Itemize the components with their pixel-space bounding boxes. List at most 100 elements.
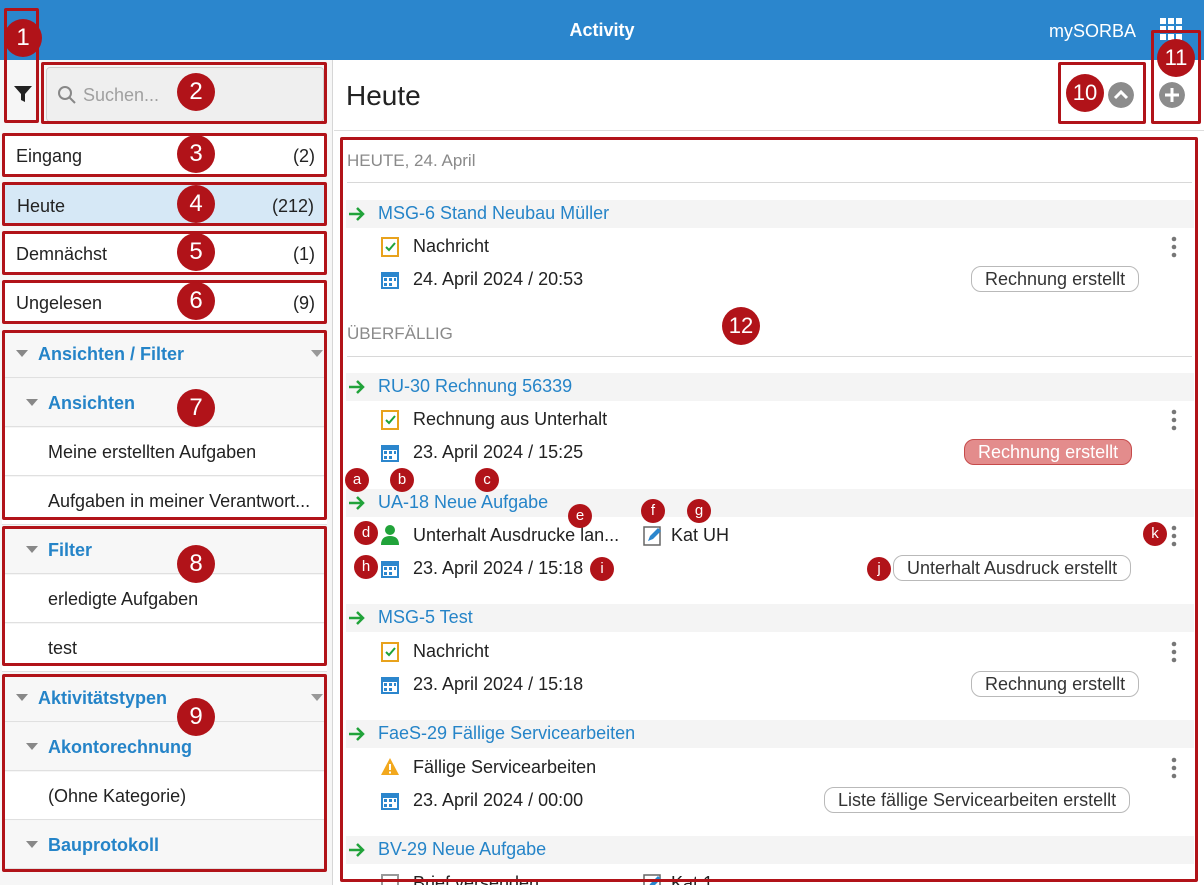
activity-date-text: 23. April 2024 / 15:18 — [413, 674, 584, 694]
more-vertical-icon[interactable] — [1171, 525, 1177, 547]
dropdown-triangle-icon[interactable] — [311, 694, 323, 701]
user-icon — [381, 525, 399, 545]
activity-entry-head[interactable]: RU-30 Rechnung 56339 — [346, 373, 1194, 401]
calendar-icon — [381, 272, 399, 289]
annotation-badge-12: 12 — [722, 307, 760, 345]
section-label-overdue: ÜBERFÄLLIG — [347, 324, 453, 343]
activity-entry-head[interactable]: BV-29 Neue Aufgabe — [346, 836, 1194, 864]
more-vertical-icon[interactable] — [1171, 409, 1177, 431]
tree-item-filter[interactable]: test — [2, 624, 327, 672]
status-pill-overdue[interactable]: Rechnung erstellt — [964, 439, 1133, 465]
activity-type-text: Nachricht — [413, 236, 490, 256]
calendar-icon — [381, 445, 399, 462]
annotation-badge-8: 8 — [177, 545, 215, 583]
add-icon[interactable] — [1159, 82, 1185, 108]
status-pill[interactable]: Unterhalt Ausdruck erstellt — [893, 555, 1132, 581]
collapse-up-icon[interactable] — [1108, 82, 1134, 108]
annotation-mini-e: e — [568, 504, 592, 528]
annotation-mini-a: a — [345, 468, 369, 492]
tree-header-ansichten-filter[interactable]: Ansichten / Filter — [2, 330, 327, 378]
tree-item-label: Meine erstellten Aufgaben — [48, 442, 257, 462]
activity-entry-head[interactable]: MSG-5 Test — [346, 604, 1194, 632]
arrow-right-icon — [349, 207, 365, 221]
apps-grid-icon[interactable] — [1160, 18, 1182, 40]
annotation-badge-2: 2 — [177, 73, 215, 111]
dropdown-triangle-icon[interactable] — [311, 350, 323, 357]
tree-group-akontorechnung[interactable]: Akontorechnung — [2, 723, 327, 771]
tree-item-label: Aufgaben in meiner Verantwort... — [48, 491, 311, 511]
collapse-triangle-icon — [16, 694, 28, 701]
arrow-right-icon — [349, 496, 365, 510]
sidebar-item-count: (1) — [293, 244, 315, 264]
sidebar-item-eingang[interactable]: Eingang (2) — [2, 135, 327, 175]
annotation-badge-9: 9 — [177, 698, 215, 736]
app-title: Activity — [569, 20, 635, 40]
tree-item-label: erledigte Aufgaben — [48, 589, 199, 609]
collapse-triangle-icon — [26, 743, 38, 750]
status-pill[interactable]: Rechnung erstellt — [971, 671, 1140, 697]
annotation-mini-h: h — [354, 555, 378, 579]
annotation-badge-4: 4 — [177, 185, 215, 223]
arrow-right-icon — [349, 611, 365, 625]
annotation-badge-6: 6 — [177, 282, 215, 320]
search-icon — [58, 86, 76, 104]
sidebar-item-label: Heute — [17, 196, 66, 216]
more-vertical-icon[interactable] — [1171, 757, 1177, 779]
section-divider — [347, 356, 1192, 357]
filter-icon[interactable] — [14, 85, 32, 103]
task-clipboard-icon — [381, 237, 399, 257]
arrow-right-icon — [349, 843, 365, 857]
collapse-triangle-icon — [26, 546, 38, 553]
edit-category-icon — [643, 874, 661, 885]
activity-title-link[interactable]: BV-29 Neue Aufgabe — [378, 839, 546, 860]
activity-title-link[interactable]: UA-18 Neue Aufgabe — [378, 492, 548, 513]
annotation-mini-b: b — [390, 468, 414, 492]
tree-group-label: Filter — [48, 540, 93, 560]
activity-date-text: 24. April 2024 / 20:53 — [413, 269, 584, 289]
annotation-mini-c: c — [475, 468, 499, 492]
collapse-triangle-icon — [16, 350, 28, 357]
sidebar-item-label: Demnächst — [16, 244, 108, 264]
sidebar-item-count: (212) — [271, 196, 314, 216]
more-vertical-icon[interactable] — [1171, 641, 1177, 663]
tree-item-view[interactable]: Meine erstellten Aufgaben — [2, 428, 327, 476]
edit-category-icon — [643, 526, 661, 546]
tree-item-filter[interactable]: erledigte Aufgaben — [2, 575, 327, 623]
tree-item-view[interactable]: Aufgaben in meiner Verantwort... — [2, 477, 327, 525]
annotation-badge-5: 5 — [177, 233, 215, 271]
sidebar-item-ungelesen[interactable]: Ungelesen (9) — [2, 282, 327, 322]
activity-title-link[interactable]: FaeS-29 Fällige Servicearbeiten — [378, 723, 635, 744]
tree-group-ansichten[interactable]: Ansichten — [2, 379, 327, 427]
activity-date-text: 23. April 2024 / 15:18 — [413, 558, 584, 578]
top-bar: Activity mySORBA — [0, 0, 1204, 60]
annotation-badge-10: 10 — [1066, 74, 1104, 112]
brand-label[interactable]: mySORBA — [1049, 21, 1136, 42]
activity-entry-head[interactable]: UA-18 Neue Aufgabe — [346, 489, 1194, 517]
status-pill[interactable]: Liste fällige Servicearbeiten erstellt — [824, 787, 1131, 813]
tree-item-category[interactable]: (Ohne Kategorie) — [2, 772, 327, 820]
tree-group-label: Bauprotokoll — [48, 835, 159, 855]
activity-entry-head[interactable]: MSG-6 Stand Neubau Müller — [346, 200, 1194, 228]
task-clipboard-icon — [381, 410, 399, 430]
activity-date-text: 23. April 2024 / 00:00 — [413, 790, 584, 810]
arrow-right-icon — [349, 727, 365, 741]
tree-group-bauprotokoll[interactable]: Bauprotokoll — [2, 821, 327, 869]
activity-title-link[interactable]: MSG-5 Test — [378, 607, 473, 628]
activity-type-text: Nachricht — [413, 641, 490, 661]
tree-header-aktivitaetstypen[interactable]: Aktivitätstypen — [2, 674, 327, 722]
sidebar-item-demnaechst[interactable]: Demnächst (1) — [2, 233, 327, 273]
activity-title-link[interactable]: RU-30 Rechnung 56339 — [378, 376, 572, 397]
header-divider — [334, 130, 1204, 131]
sidebar-item-heute[interactable]: Heute (212) — [2, 184, 327, 224]
calendar-icon — [381, 561, 399, 578]
activity-type-text: Unterhalt Ausdrucke lan... — [413, 525, 620, 545]
tree-group-filter[interactable]: Filter — [2, 526, 327, 574]
annotation-mini-k: k — [1143, 522, 1167, 546]
task-clipboard-icon — [381, 874, 399, 885]
annotation-mini-i: i — [590, 557, 614, 581]
activity-title-link[interactable]: MSG-6 Stand Neubau Müller — [378, 203, 609, 224]
activity-category-text: Kat 1 — [671, 873, 714, 885]
more-vertical-icon[interactable] — [1171, 236, 1177, 258]
activity-entry-head[interactable]: FaeS-29 Fällige Servicearbeiten — [346, 720, 1194, 748]
status-pill[interactable]: Rechnung erstellt — [971, 266, 1140, 292]
